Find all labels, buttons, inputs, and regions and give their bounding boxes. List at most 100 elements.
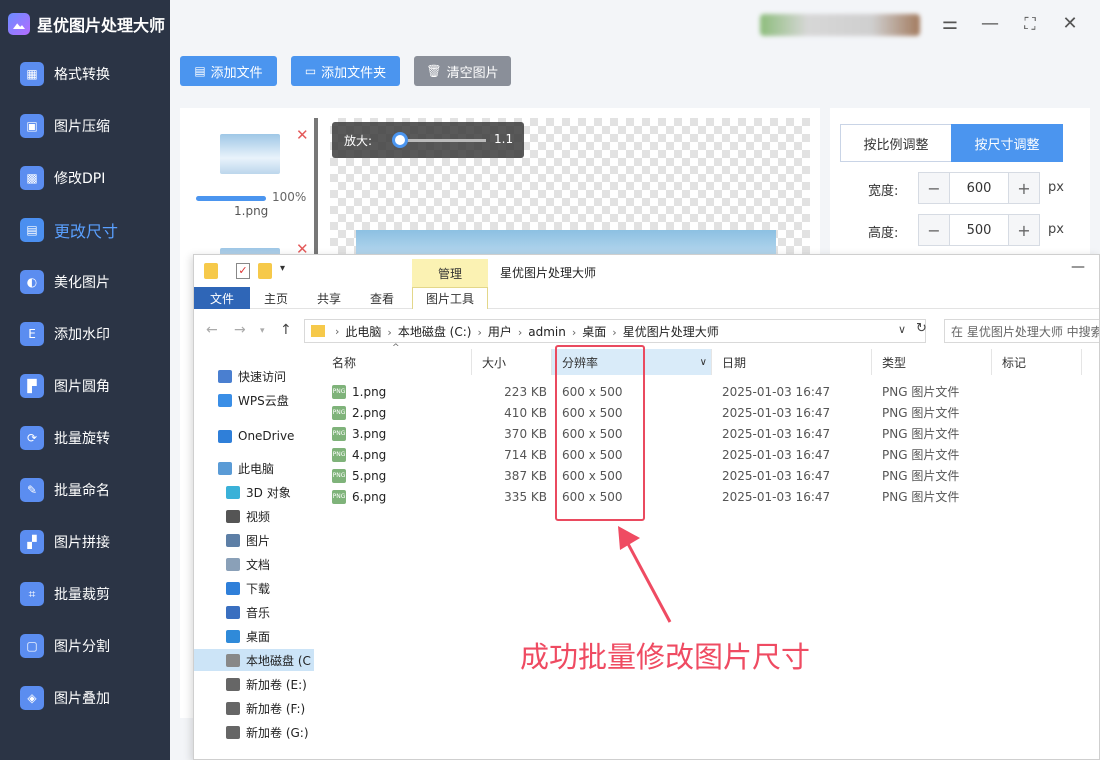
column-header-size[interactable]: 大小 xyxy=(472,349,552,375)
sidebar-item-4[interactable]: ◐ 美化图片 xyxy=(0,256,170,308)
nav-pane-item[interactable]: OneDrive xyxy=(218,425,294,447)
tab-picture-tools[interactable]: 图片工具 xyxy=(412,287,488,309)
file-date-cell: 2025-01-03 16:47 xyxy=(722,423,872,444)
nav-pane-item[interactable]: 文档 xyxy=(226,553,270,575)
sidebar-item-label: 批量旋转 xyxy=(54,431,110,447)
add-file-button[interactable]: ▤ 添加文件 xyxy=(180,56,277,86)
settings-sliders-icon[interactable]: ⚌ xyxy=(938,12,962,36)
file-type-text: PNG 图片文件 xyxy=(882,406,960,420)
breadcrumb-separator-icon[interactable]: › xyxy=(572,326,576,339)
file-row[interactable]: PNG 6.png 335 KB 600 x 500 2025-01-03 16:47 P… xyxy=(322,486,1099,507)
nav-pane-item[interactable]: 图片 xyxy=(226,529,270,551)
remove-image-icon[interactable]: ✕ xyxy=(296,126,309,144)
width-decrease-button[interactable]: − xyxy=(919,173,949,203)
nav-pane-item[interactable]: WPS云盘 xyxy=(218,389,289,411)
file-row[interactable]: PNG 5.png 387 KB 600 x 500 2025-01-03 16:47 P… xyxy=(322,465,1099,486)
breadcrumb-item[interactable]: admin xyxy=(528,325,566,339)
zoom-slider-handle[interactable] xyxy=(392,132,408,148)
nav-pane-item[interactable]: 此电脑 xyxy=(218,457,274,479)
sidebar-item-11[interactable]: ▢ 图片分割 xyxy=(0,620,170,672)
height-decrease-button[interactable]: − xyxy=(919,215,949,245)
forward-arrow-icon[interactable]: → xyxy=(234,322,246,338)
breadcrumb-item[interactable]: 桌面 xyxy=(582,325,606,339)
up-arrow-icon[interactable]: ↑ xyxy=(280,322,292,338)
sidebar-item-0[interactable]: ▦ 格式转换 xyxy=(0,48,170,100)
column-dropdown-icon[interactable]: ∨ xyxy=(700,357,707,368)
breadcrumb-item[interactable]: 本地磁盘 (C:) xyxy=(398,325,472,339)
breadcrumb-separator-icon[interactable]: › xyxy=(612,326,616,339)
add-folder-button[interactable]: ▭ 添加文件夹 xyxy=(291,56,400,86)
sidebar-item-12[interactable]: ◈ 图片叠加 xyxy=(0,672,170,724)
height-increase-button[interactable]: + xyxy=(1009,215,1039,245)
mode-ratio-tab[interactable]: 按比例调整 xyxy=(840,124,952,162)
address-dropdown-icon[interactable]: ∨ xyxy=(898,323,906,336)
customize-toolbar-icon[interactable]: ▾ xyxy=(280,263,285,274)
sidebar-item-7[interactable]: ⟳ 批量旋转 xyxy=(0,412,170,464)
sidebar-item-1[interactable]: ▣ 图片压缩 xyxy=(0,100,170,152)
nav-pane-item[interactable]: 下载 xyxy=(226,577,270,599)
folder-icon[interactable] xyxy=(204,263,218,279)
manage-tab[interactable]: 管理 xyxy=(412,259,488,287)
search-input[interactable]: 在 星优图片处理大师 中搜索 xyxy=(944,319,1099,343)
top-bar: ⚌ — ⛶ ✕ xyxy=(170,0,1100,48)
png-file-icon: PNG xyxy=(332,405,346,420)
sidebar-item-8[interactable]: ✎ 批量命名 xyxy=(0,464,170,516)
column-header-type[interactable]: 类型 xyxy=(872,349,992,375)
tab-file[interactable]: 文件 xyxy=(194,287,250,309)
properties-icon[interactable]: ✓ xyxy=(236,263,250,279)
user-account-avatar[interactable] xyxy=(760,14,920,36)
width-input[interactable]: 600 xyxy=(949,173,1009,203)
nav-pane-label: 文档 xyxy=(246,557,271,572)
png-file-icon: PNG xyxy=(332,426,346,441)
breadcrumb-item[interactable]: 星优图片处理大师 xyxy=(623,325,719,339)
file-row[interactable]: PNG 1.png 223 KB 600 x 500 2025-01-03 16:47 P… xyxy=(322,381,1099,402)
maximize-icon[interactable]: ⛶ xyxy=(1018,12,1042,36)
sidebar-item-6[interactable]: ▛ 图片圆角 xyxy=(0,360,170,412)
nav-pane-item[interactable]: 新加卷 (G:) xyxy=(226,721,309,743)
nav-pane-item[interactable]: 音乐 xyxy=(226,601,270,623)
tab-home[interactable]: 主页 xyxy=(252,287,300,309)
nav-pane-label: OneDrive xyxy=(238,429,295,443)
nav-pane-item[interactable]: 视频 xyxy=(226,505,270,527)
address-bar[interactable]: › 此电脑 › 本地磁盘 (C:) › 用户 › admin › 桌面 › 星优图片处理大师 xyxy=(304,319,926,343)
nav-pane-item[interactable]: 桌面 xyxy=(226,625,270,647)
sidebar-item-2[interactable]: ▩ 修改DPI xyxy=(0,152,170,204)
close-icon[interactable]: ✕ xyxy=(1058,12,1082,36)
breadcrumb-item[interactable]: 用户 xyxy=(488,325,512,339)
nav-pane-item[interactable]: 3D 对象 xyxy=(226,481,291,503)
refresh-icon[interactable]: ↻ xyxy=(916,321,927,336)
new-folder-icon[interactable] xyxy=(258,263,272,279)
back-arrow-icon[interactable]: ← xyxy=(206,322,218,338)
breadcrumb-item[interactable]: 此电脑 xyxy=(345,325,381,339)
height-input[interactable]: 500 xyxy=(949,215,1009,245)
tab-view[interactable]: 查看 xyxy=(358,287,406,309)
nav-pane-item[interactable]: 本地磁盘 (C xyxy=(194,649,314,671)
tab-share[interactable]: 共享 xyxy=(304,287,354,309)
breadcrumb-separator-icon[interactable]: › xyxy=(477,326,481,339)
location-icon xyxy=(226,677,240,691)
sidebar-item-5[interactable]: E 添加水印 xyxy=(0,308,170,360)
mode-size-tab[interactable]: 按尺寸调整 xyxy=(951,124,1063,162)
breadcrumb-separator-icon[interactable]: › xyxy=(518,326,522,339)
column-header-tag[interactable]: 标记 xyxy=(992,349,1082,375)
minimize-icon[interactable]: — xyxy=(978,12,1002,36)
recent-locations-icon[interactable]: ▾ xyxy=(260,326,265,336)
nav-pane-item[interactable]: 快速访问 xyxy=(218,365,286,387)
thumbnail-image[interactable] xyxy=(220,134,280,174)
file-size-text: 410 KB xyxy=(504,405,547,420)
sidebar-item-9[interactable]: ▞ 图片拼接 xyxy=(0,516,170,568)
file-row[interactable]: PNG 4.png 714 KB 600 x 500 2025-01-03 16:47 P… xyxy=(322,444,1099,465)
sidebar-item-3[interactable]: ▤ 更改尺寸 xyxy=(0,204,170,256)
breadcrumb-separator-icon[interactable]: › xyxy=(387,326,391,339)
sidebar-item-10[interactable]: ⌗ 批量裁剪 xyxy=(0,568,170,620)
file-row[interactable]: PNG 3.png 370 KB 600 x 500 2025-01-03 16:47 P… xyxy=(322,423,1099,444)
column-header-name[interactable]: 名称 xyxy=(322,349,472,375)
breadcrumb: 此电脑 › 本地磁盘 (C:) › 用户 › admin › 桌面 › 星优图片处理大师 xyxy=(345,323,722,340)
nav-pane-item[interactable]: 新加卷 (F:) xyxy=(226,697,305,719)
explorer-minimize-icon[interactable]: — xyxy=(1071,259,1085,275)
nav-pane-item[interactable]: 新加卷 (E:) xyxy=(226,673,307,695)
file-row[interactable]: PNG 2.png 410 KB 600 x 500 2025-01-03 16:47 P… xyxy=(322,402,1099,423)
clear-images-button[interactable]: 🗑 清空图片 xyxy=(414,56,511,86)
column-header-date[interactable]: 日期 xyxy=(712,349,872,375)
width-increase-button[interactable]: + xyxy=(1009,173,1039,203)
